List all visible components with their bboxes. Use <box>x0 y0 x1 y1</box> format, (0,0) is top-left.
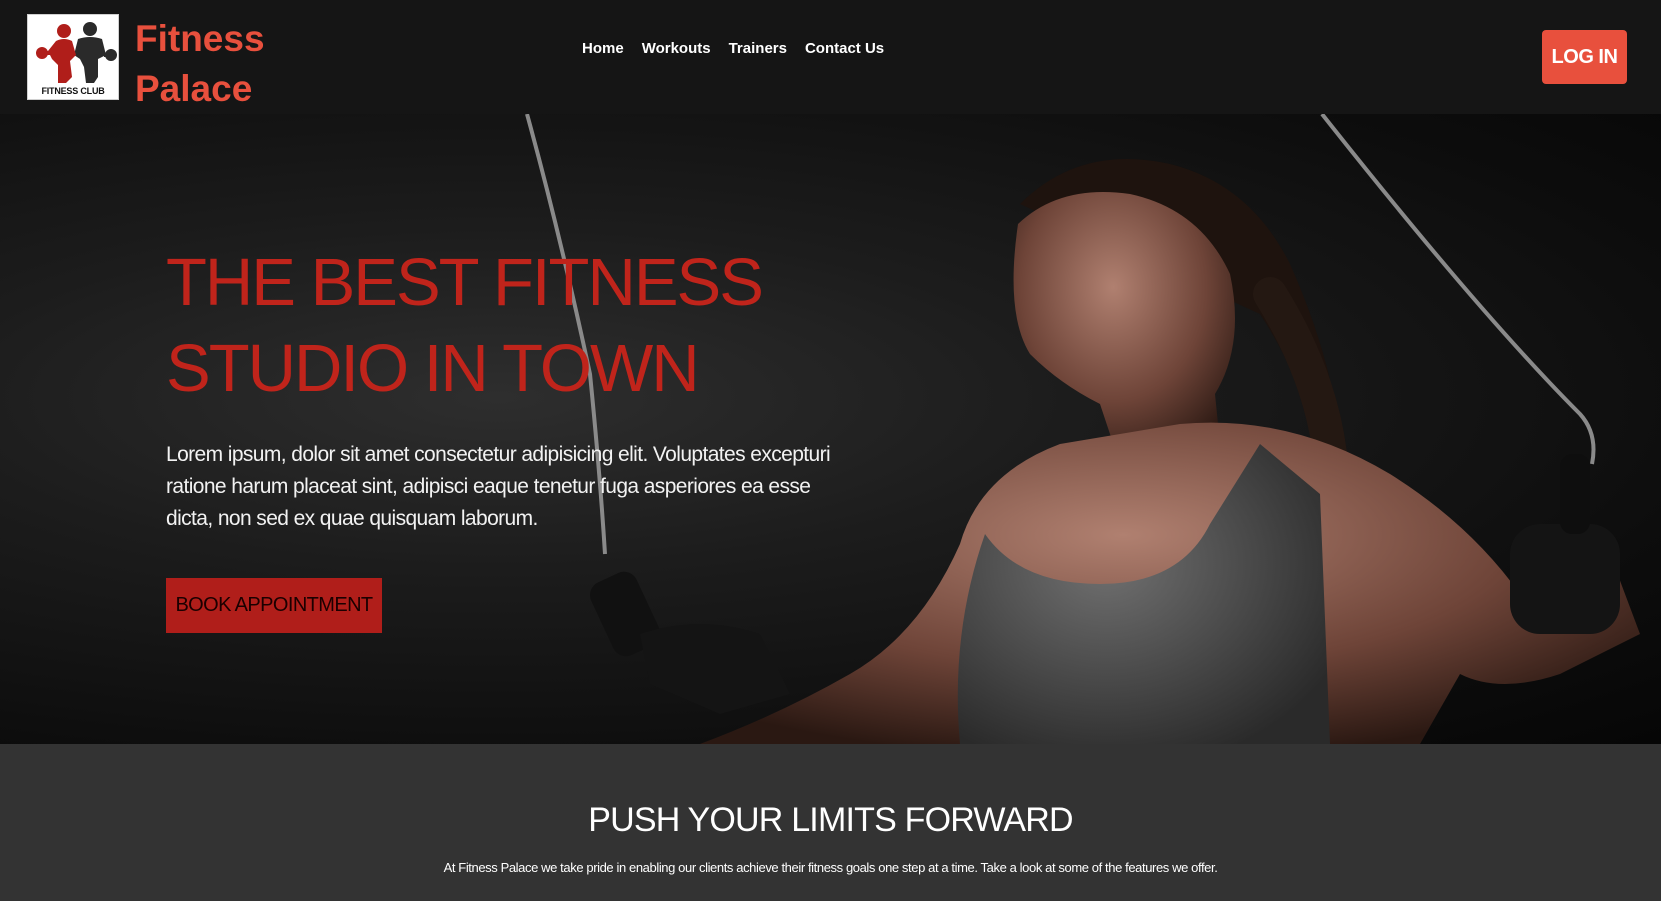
features-title: PUSH YOUR LIMITS FORWARD <box>588 801 1073 839</box>
nav-link-trainers[interactable]: Trainers <box>729 40 787 60</box>
main-nav: Home Workouts Trainers Contact Us <box>582 40 884 60</box>
hero-title-line-2: STUDIO IN TOWN <box>166 331 700 406</box>
features-description: At Fitness Palace we take pride in enabl… <box>443 860 1218 875</box>
nav-link-contact-us[interactable]: Contact Us <box>805 40 884 60</box>
book-appointment-button[interactable]: BOOK APPOINTMENT <box>166 578 382 633</box>
nav-link-home[interactable]: Home <box>582 40 624 60</box>
brand-line-2: Palace <box>135 68 253 109</box>
brand-line-1: Fitness <box>135 18 265 59</box>
login-button[interactable]: LOG IN <box>1542 30 1627 84</box>
logo-caption: FITNESS CLUB <box>41 86 105 96</box>
logo[interactable]: FITNESS CLUB <box>27 14 119 100</box>
navbar: FITNESS CLUB Fitness Palace Home Workout… <box>0 0 1661 114</box>
nav-link-workouts[interactable]: Workouts <box>642 40 711 60</box>
hero-section: THE BEST FITNESS STUDIO IN TOWN Lorem ip… <box>0 114 1661 744</box>
hero-title-line-1: THE BEST FITNESS <box>166 245 764 320</box>
features-section: PUSH YOUR LIMITS FORWARD At Fitness Pala… <box>0 744 1661 901</box>
hero-athlete-image <box>525 114 1640 744</box>
brand-name[interactable]: Fitness Palace <box>135 14 265 114</box>
hero-title: THE BEST FITNESS STUDIO IN TOWN <box>166 240 926 412</box>
hero-description: Lorem ipsum, dolor sit amet consectetur … <box>166 443 831 530</box>
